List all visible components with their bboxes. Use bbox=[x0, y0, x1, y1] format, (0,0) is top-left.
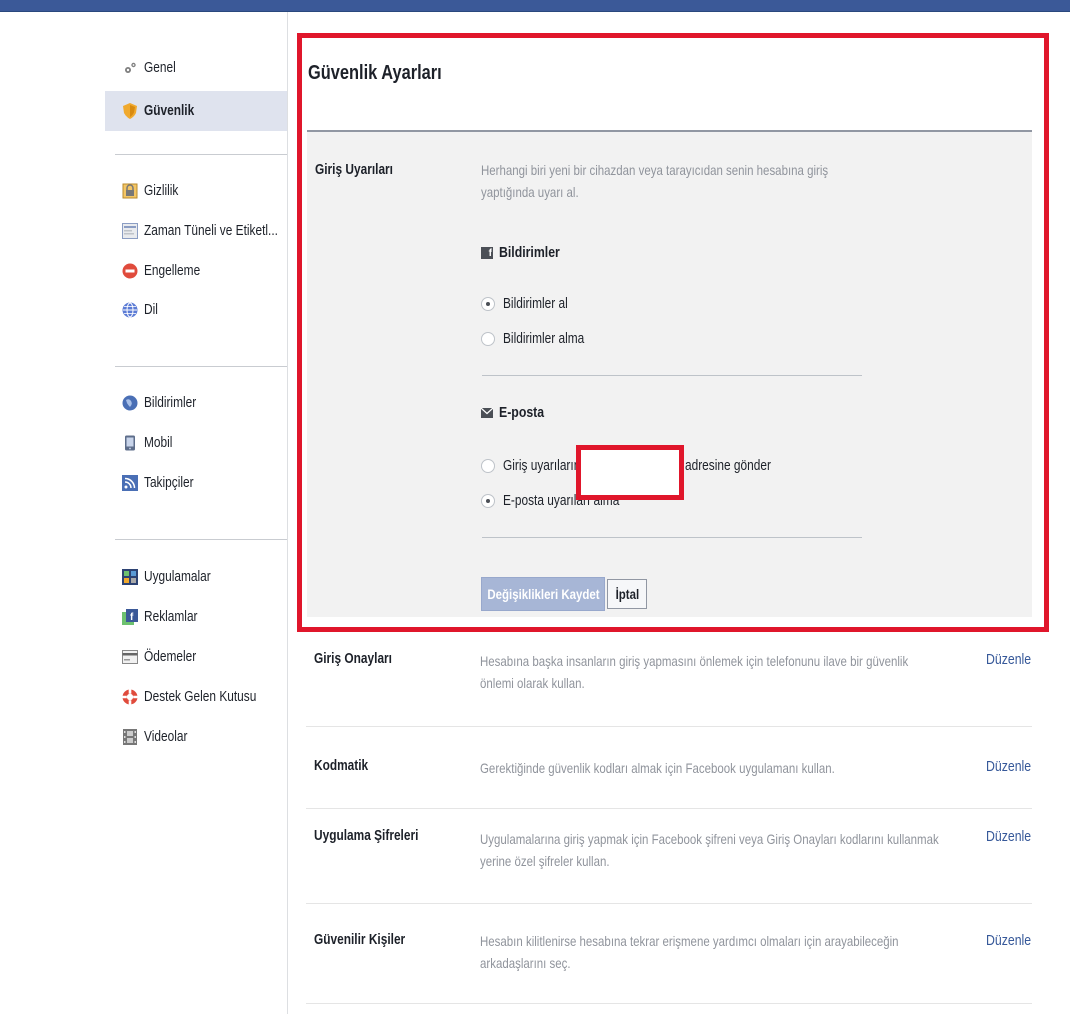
shield-icon bbox=[122, 103, 138, 119]
facebook-icon: f bbox=[481, 246, 493, 259]
sidebar-item-label: Dil bbox=[144, 302, 158, 318]
globe-icon bbox=[122, 302, 138, 318]
top-nav-bar bbox=[0, 0, 1070, 12]
edit-link[interactable]: Düzenle bbox=[986, 932, 1031, 949]
panel-divider bbox=[482, 375, 862, 376]
sidebar-item-label: Engelleme bbox=[144, 263, 201, 279]
sidebar-item-support-inbox[interactable]: Destek Gelen Kutusu bbox=[105, 682, 287, 712]
lock-icon bbox=[122, 183, 138, 199]
row-description: Uygulamalarına giriş yapmak için Faceboo… bbox=[480, 831, 939, 869]
row-description: Hesabın kilitlenirse hesabına tekrar eri… bbox=[480, 933, 899, 971]
radio-notifications-on[interactable]: Bildirimler al bbox=[481, 296, 582, 312]
row-description: Hesabına başka insanların giriş yapmasın… bbox=[480, 653, 909, 691]
sidebar-item-label: Bildirimler bbox=[144, 395, 197, 411]
sidebar-item-label: Reklamlar bbox=[144, 609, 198, 625]
sidebar-separator bbox=[115, 366, 287, 367]
sidebar-separator bbox=[115, 154, 287, 155]
sidebar-item-label: Videolar bbox=[144, 729, 188, 745]
sidebar-item-label: Mobil bbox=[144, 435, 173, 451]
save-changes-button[interactable]: Değişiklikleri Kaydet bbox=[481, 577, 605, 611]
sidebar-item-notifications[interactable]: Bildirimler bbox=[105, 388, 287, 418]
sidebar-item-label: Destek Gelen Kutusu bbox=[144, 689, 257, 705]
cancel-button[interactable]: İptal bbox=[607, 579, 647, 609]
ads-icon: f bbox=[122, 609, 138, 625]
film-icon bbox=[122, 729, 138, 745]
lifebuoy-icon bbox=[122, 689, 138, 705]
sidebar-item-label: Güvenlik bbox=[144, 103, 195, 119]
notifications-globe-icon bbox=[122, 395, 138, 411]
email-heading: E-posta bbox=[481, 404, 554, 421]
notifications-heading: f Bildirimler bbox=[481, 244, 573, 261]
sidebar-item-language[interactable]: Dil bbox=[105, 295, 287, 325]
radio-button[interactable] bbox=[481, 297, 495, 311]
radio-button[interactable] bbox=[481, 332, 495, 346]
row-description: Gerektiğinde güvenlik kodları almak için… bbox=[480, 760, 835, 776]
sidebar-item-blocking[interactable]: Engelleme bbox=[105, 256, 287, 286]
login-alerts-panel: Giriş Uyarıları Herhangi biri yeni bir c… bbox=[307, 132, 1032, 617]
sidebar-divider bbox=[287, 12, 288, 1014]
row-label: Uygulama Şifreleri bbox=[314, 828, 419, 844]
panel-divider bbox=[482, 537, 862, 538]
radio-notifications-off[interactable]: Bildirimler alma bbox=[481, 331, 602, 347]
phone-icon bbox=[122, 435, 138, 451]
sidebar-item-mobile[interactable]: Mobil bbox=[105, 428, 287, 458]
login-alerts-label: Giriş Uyarıları bbox=[315, 162, 393, 178]
row-separator bbox=[306, 1003, 1032, 1004]
row-separator bbox=[306, 903, 1032, 904]
row-label: Giriş Onayları bbox=[314, 651, 392, 667]
envelope-icon bbox=[481, 407, 493, 418]
row-separator bbox=[306, 808, 1032, 809]
sidebar-separator bbox=[115, 539, 287, 540]
sidebar-item-label: Gizlilik bbox=[144, 183, 179, 199]
timeline-icon bbox=[122, 223, 138, 239]
sidebar-item-apps[interactable]: Uygulamalar bbox=[105, 562, 287, 592]
sidebar-item-followers[interactable]: Takipçiler bbox=[105, 468, 287, 498]
sidebar-item-ads[interactable]: f Reklamlar bbox=[105, 602, 287, 632]
rss-icon bbox=[122, 475, 138, 491]
page-title: Güvenlik Ayarları bbox=[308, 62, 442, 84]
radio-button[interactable] bbox=[481, 459, 495, 473]
sidebar-item-label: Zaman Tüneli ve Etiketl... bbox=[144, 223, 278, 239]
sidebar-item-label: Uygulamalar bbox=[144, 569, 211, 585]
block-icon bbox=[122, 263, 138, 279]
sidebar-item-security[interactable]: Güvenlik bbox=[105, 91, 287, 131]
sidebar-item-label: Genel bbox=[144, 60, 176, 76]
sidebar-item-privacy[interactable]: Gizlilik bbox=[105, 176, 287, 206]
row-separator bbox=[306, 726, 1032, 727]
credit-card-icon bbox=[122, 649, 138, 665]
sidebar-item-timeline-tagging[interactable]: Zaman Tüneli ve Etiketl... bbox=[105, 216, 287, 246]
gear-icon bbox=[122, 60, 138, 76]
sidebar-item-videos[interactable]: Videolar bbox=[105, 722, 287, 752]
radio-button[interactable] bbox=[481, 494, 495, 508]
redacted-email bbox=[576, 445, 684, 500]
sidebar-item-payments[interactable]: Ödemeler bbox=[105, 642, 287, 672]
sidebar-item-label: Ödemeler bbox=[144, 649, 197, 665]
email-send-suffix: adresine gönder bbox=[685, 458, 771, 474]
edit-link[interactable]: Düzenle bbox=[986, 651, 1031, 668]
sidebar-item-label: Takipçiler bbox=[144, 475, 194, 491]
login-alerts-description: Herhangi biri yeni bir cihazdan veya tar… bbox=[481, 162, 829, 200]
apps-icon bbox=[122, 569, 138, 585]
edit-link[interactable]: Düzenle bbox=[986, 828, 1031, 845]
row-label: Güvenilir Kişiler bbox=[314, 932, 406, 948]
sidebar-item-general[interactable]: Genel bbox=[105, 53, 287, 83]
row-label: Kodmatik bbox=[314, 758, 369, 774]
edit-link[interactable]: Düzenle bbox=[986, 758, 1031, 775]
